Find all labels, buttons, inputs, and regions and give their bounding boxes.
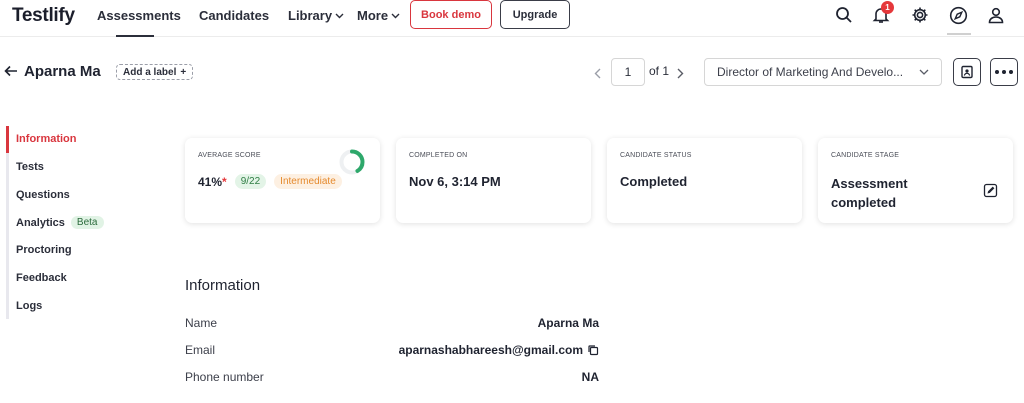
candidate-stage-card: CANDIDATE STAGE Assessment completed (818, 138, 1013, 223)
page-total: of 1 (649, 64, 670, 78)
card-title: COMPLETED ON (409, 152, 468, 159)
back-arrow-icon[interactable] (4, 64, 18, 82)
nav-more-label: More (357, 8, 389, 23)
add-label-text: Add a label (123, 66, 177, 78)
phone-label: Phone number (185, 370, 264, 384)
nav-candidates[interactable]: Candidates (199, 8, 269, 23)
search-icon[interactable] (833, 4, 855, 26)
book-demo-button[interactable]: Book demo (410, 0, 492, 29)
gear-icon[interactable] (909, 4, 931, 26)
nav-library[interactable]: Library (288, 8, 344, 23)
page-number-input[interactable]: 1 (611, 58, 645, 86)
phone-value: NA (581, 370, 599, 384)
score-row: 41%* 9/22 Intermediate (198, 174, 342, 189)
sidebar-item-logs[interactable]: Logs (16, 300, 42, 312)
more-horizontal-icon (995, 70, 1013, 74)
average-score-card: AVERAGE SCORE 41%* 9/22 Intermediate (185, 138, 380, 223)
score-progress-ring (339, 149, 365, 175)
compass-icon[interactable] (947, 4, 969, 26)
nav-more[interactable]: More (357, 8, 400, 23)
logo[interactable]: Testlify (12, 5, 75, 27)
email-row: aparnashabhareesh@gmail.com (399, 343, 599, 357)
chevron-down-icon (391, 13, 400, 18)
candidate-name: Aparna Ma (24, 63, 101, 80)
chevron-down-icon (335, 13, 344, 18)
score-percent: 41% (198, 174, 223, 189)
sidebar-item-proctoring[interactable]: Proctoring (16, 244, 72, 256)
level-badge: Intermediate (274, 174, 342, 189)
user-profile-icon[interactable] (985, 4, 1007, 26)
card-title: CANDIDATE STAGE (831, 152, 900, 159)
edit-icon[interactable] (983, 183, 998, 203)
card-title: AVERAGE SCORE (198, 152, 261, 159)
chevron-down-icon (919, 69, 929, 75)
compass-active-indicator (947, 33, 971, 35)
nav-library-label: Library (288, 8, 333, 23)
chevron-left-icon[interactable] (594, 66, 601, 84)
email-label: Email (185, 343, 216, 357)
chevron-right-icon[interactable] (677, 66, 684, 84)
contact-card-icon (961, 65, 973, 79)
candidate-card-button[interactable] (953, 58, 981, 86)
sidebar-item-feedback[interactable]: Feedback (16, 272, 67, 284)
completed-on-card: COMPLETED ON Nov 6, 3:14 PM (396, 138, 591, 223)
nav-assessments[interactable]: Assessments (97, 8, 181, 23)
candidate-status-value: Completed (620, 174, 688, 189)
role-select[interactable]: Director of Marketing And Develo... (704, 58, 942, 86)
card-title: CANDIDATE STATUS (620, 152, 692, 159)
email-value: aparnashabhareesh@gmail.com (398, 343, 583, 357)
candidate-stage-value: Assessment completed (831, 176, 908, 210)
candidate-status-card: CANDIDATE STATUS Completed (607, 138, 802, 223)
add-label-button[interactable]: Add a label + (116, 64, 194, 80)
nav-active-indicator (116, 35, 154, 37)
upgrade-button[interactable]: Upgrade (500, 0, 570, 29)
sidebar-item-tests[interactable]: Tests (16, 161, 44, 173)
sidebar-item-information[interactable]: Information (16, 133, 77, 145)
score-asterisk: * (222, 174, 227, 189)
score-value: 41%* (198, 175, 227, 189)
role-select-value: Director of Marketing And Develo... (717, 65, 904, 79)
more-options-button[interactable] (990, 58, 1018, 86)
copy-icon[interactable] (587, 344, 599, 356)
information-heading: Information (185, 277, 261, 294)
score-fraction-badge: 9/22 (234, 174, 267, 189)
sidebar-item-questions[interactable]: Questions (16, 189, 70, 201)
name-value: Aparna Ma (537, 316, 599, 330)
sidebar-item-analytics[interactable]: Analytics Beta (16, 216, 104, 229)
sidebar-active-indicator (6, 126, 9, 153)
sidebar-track (6, 126, 9, 319)
top-navbar: Testlify Assessments Candidates Library … (0, 0, 1024, 37)
completed-on-value: Nov 6, 3:14 PM (409, 174, 501, 189)
plus-icon: + (180, 66, 187, 78)
notification-badge: 1 (881, 1, 894, 14)
name-label: Name (185, 316, 218, 330)
beta-badge: Beta (70, 216, 104, 229)
sidebar-item-label: Analytics (16, 216, 65, 229)
